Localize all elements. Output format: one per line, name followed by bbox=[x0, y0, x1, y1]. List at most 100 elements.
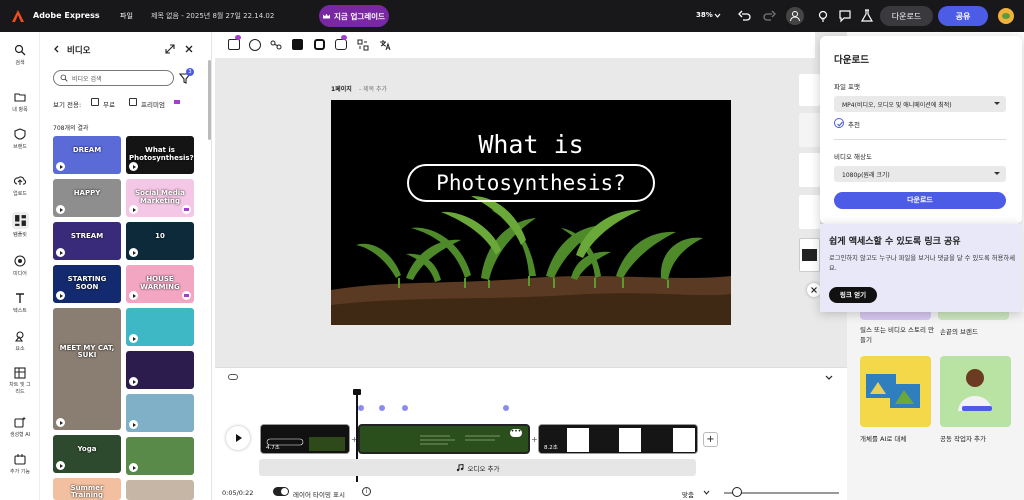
video-thumb[interactable]: MEET MY CAT, SUKI bbox=[53, 308, 121, 430]
tip-card-title[interactable]: 개체를 AI로 대체 bbox=[860, 433, 906, 443]
rail-addons[interactable]: 추가 기능 bbox=[0, 453, 40, 475]
keyframe-dot[interactable] bbox=[503, 405, 509, 411]
flask-icon[interactable] bbox=[860, 9, 874, 23]
add-audio-label: 오디오 추가 bbox=[467, 464, 500, 473]
crop-icon[interactable] bbox=[335, 35, 347, 50]
video-thumb[interactable]: What is Photosynthesis? bbox=[126, 136, 194, 174]
keyframe-dot[interactable] bbox=[358, 405, 364, 411]
rail-upload[interactable]: 업로드 bbox=[0, 175, 40, 197]
video-thumb[interactable] bbox=[126, 480, 194, 500]
layer-timing-toggle[interactable] bbox=[273, 487, 289, 496]
panel-scrollbar[interactable] bbox=[208, 60, 211, 140]
shapes-icon[interactable] bbox=[270, 39, 282, 51]
expand-icon[interactable] bbox=[165, 44, 175, 54]
video-thumb[interactable]: Summer Training bbox=[53, 478, 121, 500]
page-thumb[interactable] bbox=[799, 74, 820, 106]
rail-my-items[interactable]: 내 항목 bbox=[0, 91, 40, 113]
format-select[interactable]: MP4(비디오, 오디오 및 애니메이션에 최적) bbox=[834, 96, 1006, 112]
rail-templates[interactable]: 템플릿 bbox=[0, 212, 40, 238]
share-button[interactable]: 공유 bbox=[938, 6, 988, 26]
info-icon[interactable]: i bbox=[362, 487, 371, 496]
add-scene-button[interactable]: + bbox=[703, 432, 718, 447]
video-thumb[interactable]: 10 bbox=[126, 222, 194, 260]
premium-checkbox[interactable] bbox=[129, 98, 137, 106]
layout-icon[interactable] bbox=[357, 39, 369, 51]
video-thumb[interactable] bbox=[126, 394, 194, 432]
tip-card-title[interactable]: 손끝의 브랜드 bbox=[940, 326, 978, 336]
video-thumb[interactable]: HOUSE WARMING bbox=[126, 265, 194, 303]
invite-user-icon[interactable] bbox=[786, 7, 804, 25]
video-thumb[interactable]: DREAM bbox=[53, 136, 121, 174]
video-thumb[interactable]: HAPPY bbox=[53, 179, 121, 217]
color-fill-icon[interactable] bbox=[292, 39, 303, 50]
chevron-down-icon[interactable] bbox=[703, 490, 710, 495]
headline-line1[interactable]: What is bbox=[331, 130, 731, 159]
zoom-slider-handle[interactable] bbox=[732, 487, 742, 497]
timeline-collapse-icon[interactable] bbox=[228, 374, 238, 380]
video-thumb[interactable] bbox=[126, 437, 194, 475]
avatar[interactable] bbox=[998, 8, 1014, 24]
download-confirm-button[interactable]: 다운로드 bbox=[834, 192, 1006, 209]
page-thumb[interactable] bbox=[799, 195, 820, 229]
close-tips-button[interactable] bbox=[807, 283, 821, 297]
undo-icon[interactable] bbox=[738, 9, 752, 23]
page-title-hint[interactable]: - 제목 추가 bbox=[359, 84, 387, 93]
tip-card-title[interactable]: 공동 작업자 추가 bbox=[940, 433, 986, 443]
headline-line2[interactable]: Photosynthesis? bbox=[407, 164, 655, 202]
rail-brand[interactable]: 브랜드 bbox=[0, 128, 40, 150]
rail-media[interactable]: 미디어 bbox=[0, 255, 40, 277]
zoom-level[interactable]: 38% bbox=[696, 11, 713, 19]
rail-charts[interactable]: 차트 및 그리드 bbox=[0, 367, 40, 395]
video-thumb[interactable]: Social Media Marketing bbox=[126, 179, 194, 217]
border-icon[interactable] bbox=[314, 39, 325, 50]
video-thumb[interactable]: STREAM bbox=[53, 222, 121, 260]
chevron-down-icon[interactable] bbox=[825, 375, 833, 381]
keyframe-dot[interactable] bbox=[402, 405, 408, 411]
close-icon[interactable] bbox=[184, 44, 194, 54]
video-thumb[interactable] bbox=[126, 351, 194, 389]
tip-card-image[interactable] bbox=[940, 356, 1011, 427]
play-button[interactable] bbox=[226, 426, 250, 450]
timeline-clip-1[interactable]: 4.7초 bbox=[260, 424, 350, 454]
rail-search[interactable]: 검색 bbox=[0, 44, 40, 66]
transition-plus-icon[interactable]: + bbox=[531, 435, 538, 444]
chevron-down-icon[interactable] bbox=[714, 13, 721, 19]
upgrade-button[interactable]: 지금 업그레이드 bbox=[319, 5, 389, 27]
page-thumb[interactable] bbox=[799, 153, 820, 187]
file-menu[interactable]: 파일 bbox=[120, 11, 133, 21]
filter-button[interactable]: 3 bbox=[179, 68, 194, 86]
lightbulb-icon[interactable] bbox=[816, 9, 830, 23]
playhead-handle[interactable] bbox=[353, 389, 361, 395]
translate-icon[interactable] bbox=[379, 39, 391, 51]
effects-icon[interactable] bbox=[249, 39, 261, 51]
rail-gen-ai[interactable]: 생성형 AI bbox=[0, 416, 40, 438]
keyframe-dot[interactable] bbox=[379, 405, 385, 411]
page-thumb[interactable] bbox=[799, 113, 820, 147]
timeline-clip-2[interactable]: ••• bbox=[358, 424, 530, 454]
tip-card-image[interactable] bbox=[860, 356, 931, 427]
redo-icon[interactable] bbox=[762, 9, 776, 23]
tip-card-title[interactable]: 릴스 또는 비디오 스토리 만들기 bbox=[860, 326, 935, 346]
add-audio-button[interactable]: 오디오 추가 bbox=[259, 459, 696, 476]
rail-text[interactable]: 텍스트 bbox=[0, 292, 40, 314]
resolution-select[interactable]: 1080p(원래 크기) bbox=[834, 166, 1006, 182]
main-video-frame[interactable]: What is Photosynthesis? bbox=[331, 100, 731, 325]
rail-elements[interactable]: 요소 bbox=[0, 330, 40, 352]
clip-more-icon[interactable]: ••• bbox=[510, 429, 522, 437]
back-chevron-icon[interactable] bbox=[53, 45, 61, 53]
search-input[interactable]: 비디오 검색 bbox=[53, 70, 174, 86]
download-button[interactable]: 다운로드 bbox=[880, 6, 933, 26]
page-thumb[interactable] bbox=[799, 238, 820, 272]
video-thumb[interactable] bbox=[126, 308, 194, 346]
animate-icon[interactable] bbox=[228, 35, 241, 50]
rail-label: 브랜드 bbox=[13, 144, 27, 150]
free-checkbox[interactable] bbox=[91, 98, 99, 106]
comment-icon[interactable] bbox=[838, 9, 852, 23]
video-thumb[interactable]: Yoga bbox=[53, 435, 121, 473]
fit-label[interactable]: 맞춤 bbox=[682, 489, 694, 499]
get-link-button[interactable]: 링크 얻기 bbox=[829, 287, 877, 303]
rail-label: 차트 및 그리드 bbox=[9, 382, 31, 395]
video-thumb[interactable]: STARTING SOON bbox=[53, 265, 121, 303]
doc-title[interactable]: 제목 없음 - 2025년 8월 27일 22.14.02 bbox=[151, 11, 274, 21]
timeline-clip-3[interactable]: 8.2초 bbox=[538, 424, 698, 454]
